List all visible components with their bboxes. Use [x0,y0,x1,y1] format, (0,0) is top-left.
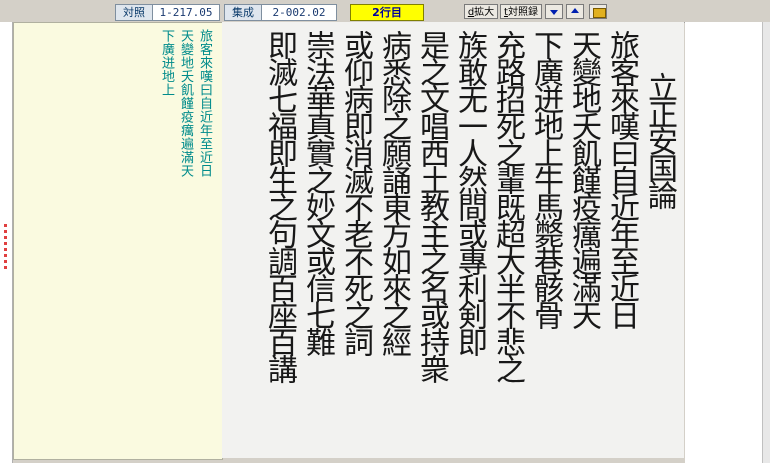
right-scrollbar[interactable] [762,22,770,463]
marker-dot [4,248,7,251]
transcription-line-3: 下廣迸地上 [159,29,174,97]
manuscript-line-5: 族敢无一人然間或專利剣即 [452,30,487,354]
marker-dot [4,236,7,239]
manuscript-line-9: 崇法華真實之妙文或信七難 [300,30,335,354]
transcription-line-2: 天變地夭飢饉疫癘遍滿天 [178,29,193,178]
compare-button[interactable]: t対照録 [500,4,542,19]
ref-label: 対照 [115,4,153,21]
marker-dot [4,260,7,263]
manuscript-line-10: 即滅七福即生之句調百座百講 [262,30,297,381]
arrow-up-icon [571,8,579,13]
manuscript-title: 立正安国論 [642,72,677,207]
manuscript-line-7: 病悉除之願誦東方如來之經 [376,30,411,354]
transcription-line-1: 旅客來嘆曰自近年至近日 [197,29,212,178]
left-scroll-margin [0,22,13,463]
prev-button[interactable] [566,4,584,19]
zoom-label: 拡大 [474,7,495,18]
next-button[interactable] [545,4,563,19]
manuscript-line-1: 旅客來嘆曰自近年至近日 [604,30,639,327]
folder-icon [593,8,606,18]
collection-label: 集成 [224,4,262,21]
collection-value: 2-002.02 [261,4,337,21]
marker-dot [4,224,7,227]
manuscript-line-4: 充路招死之輩既超大半不悲之 [490,30,525,381]
transcription-pane[interactable]: 旅客來嘆曰自近年至近日 天變地夭飢饉疫癘遍滿天 下廣迸地上 [13,22,223,460]
zoom-button[interactable]: d拡大 [464,4,498,19]
line-indicator: 2行目 [350,4,424,21]
marker-dot [4,242,7,245]
open-folder-button[interactable] [589,4,607,19]
manuscript-line-2: 天變地夭飢饉疫癘遍滿天 [566,30,601,327]
compare-label: 対照録 [507,7,538,18]
manuscript-line-6: 是之文唱西土教主之名或持衆 [414,30,449,381]
manuscript-line-3: 下廣迸地上牛馬斃巷骸骨 [528,30,563,327]
manuscript-image[interactable]: 立正安国論 旅客來嘆曰自近年至近日 天變地夭飢饉疫癘遍滿天 下廣迸地上牛馬斃巷骸… [222,22,684,458]
right-blank-area [685,22,770,463]
marker-dot [4,254,7,257]
marker-dot [4,230,7,233]
manuscript-line-8: 或仰病即消滅不老不死之詞 [338,30,373,354]
marker-dot [4,266,7,269]
toolbar: 対照 1-217.05 集成 2-002.02 2行目 d拡大 t対照録 [0,0,770,23]
arrow-down-icon [550,10,558,15]
ref-value: 1-217.05 [152,4,220,21]
